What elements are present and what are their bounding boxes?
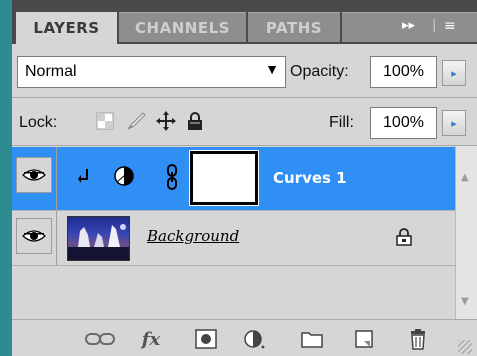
fill-input[interactable]: 100% bbox=[370, 107, 437, 139]
layers-panel: LAYERS CHANNELS PATHS ▸▸ | ≡ Normal ▼ Op… bbox=[12, 0, 477, 356]
layer-list: Curves 1 Background bbox=[12, 146, 455, 319]
opacity-value: 100% bbox=[383, 63, 424, 80]
clipping-arrow-icon bbox=[78, 167, 92, 189]
adjustment-layer-icon[interactable] bbox=[240, 328, 268, 350]
padlock-icon[interactable] bbox=[184, 110, 206, 132]
padlock-icon bbox=[396, 228, 412, 250]
adjustment-layer-icon bbox=[113, 165, 135, 191]
panel-menu-button[interactable]: ≡ bbox=[444, 17, 456, 35]
layer-row-curves[interactable]: Curves 1 bbox=[12, 147, 455, 210]
trash-icon[interactable] bbox=[404, 328, 432, 350]
link-layers-icon[interactable] bbox=[84, 328, 116, 350]
opacity-label: Opacity: bbox=[290, 63, 349, 80]
fx-label: fx bbox=[141, 328, 161, 350]
tab-layers[interactable]: LAYERS bbox=[16, 12, 117, 44]
move-lock-icon[interactable] bbox=[155, 110, 177, 132]
lock-fill-row: Lock: Fill: 100% ▸ bbox=[12, 98, 477, 146]
scroll-down-icon[interactable]: ▼ bbox=[461, 296, 469, 307]
panel-tab-bar: LAYERS CHANNELS PATHS ▸▸ | ≡ bbox=[12, 0, 477, 44]
blend-mode-select[interactable]: Normal ▼ bbox=[17, 56, 286, 88]
arrow-right-icon: ▸ bbox=[451, 116, 457, 130]
opacity-input[interactable]: 100% bbox=[370, 56, 437, 88]
visibility-eye-icon[interactable] bbox=[16, 218, 52, 254]
opacity-slider-button[interactable]: ▸ bbox=[442, 60, 466, 86]
layer-list-scrollbar[interactable]: ▲ ▼ bbox=[455, 146, 477, 319]
resize-grip-icon[interactable] bbox=[458, 340, 472, 354]
brush-lock-icon[interactable] bbox=[125, 110, 147, 132]
fill-value: 100% bbox=[383, 114, 424, 131]
chevron-down-icon: ▼ bbox=[265, 61, 279, 77]
layer-style-fx-icon[interactable]: fx bbox=[134, 328, 168, 350]
arrow-right-icon: ▸ bbox=[451, 66, 457, 80]
tab-separator: | bbox=[432, 18, 437, 33]
background-thumbnail-image[interactable] bbox=[67, 216, 130, 261]
layer-name[interactable]: Background bbox=[147, 227, 239, 245]
tab-paths-label: PATHS bbox=[265, 18, 323, 37]
new-layer-icon[interactable] bbox=[350, 328, 378, 350]
layer-name[interactable]: Curves 1 bbox=[273, 169, 347, 187]
tab-paths[interactable]: PATHS bbox=[248, 12, 340, 42]
blend-opacity-row: Normal ▼ Opacity: 100% ▸ bbox=[12, 44, 477, 98]
fill-label: Fill: bbox=[329, 114, 354, 131]
lock-label: Lock: bbox=[19, 114, 58, 131]
layer-row-background[interactable]: Background bbox=[12, 210, 455, 266]
column-divider bbox=[56, 211, 57, 265]
panel-expand-button[interactable]: ▸▸ bbox=[402, 17, 415, 35]
add-mask-icon[interactable] bbox=[192, 328, 220, 350]
tab-channels-label: CHANNELS bbox=[135, 18, 230, 37]
layer-mask-thumbnail[interactable] bbox=[189, 150, 259, 206]
new-group-folder-icon[interactable] bbox=[298, 328, 326, 350]
layers-bottom-toolbar: fx bbox=[12, 319, 477, 356]
tab-layers-label: LAYERS bbox=[33, 19, 100, 37]
column-divider bbox=[56, 147, 57, 210]
visibility-eye-icon[interactable] bbox=[16, 157, 52, 193]
tab-channels[interactable]: CHANNELS bbox=[119, 12, 246, 42]
blend-mode-value: Normal bbox=[25, 63, 77, 80]
scroll-up-icon[interactable]: ▲ bbox=[461, 172, 469, 183]
fill-slider-button[interactable]: ▸ bbox=[442, 110, 466, 136]
transparency-lock-icon[interactable] bbox=[94, 110, 116, 132]
chain-link-icon[interactable] bbox=[165, 163, 179, 195]
